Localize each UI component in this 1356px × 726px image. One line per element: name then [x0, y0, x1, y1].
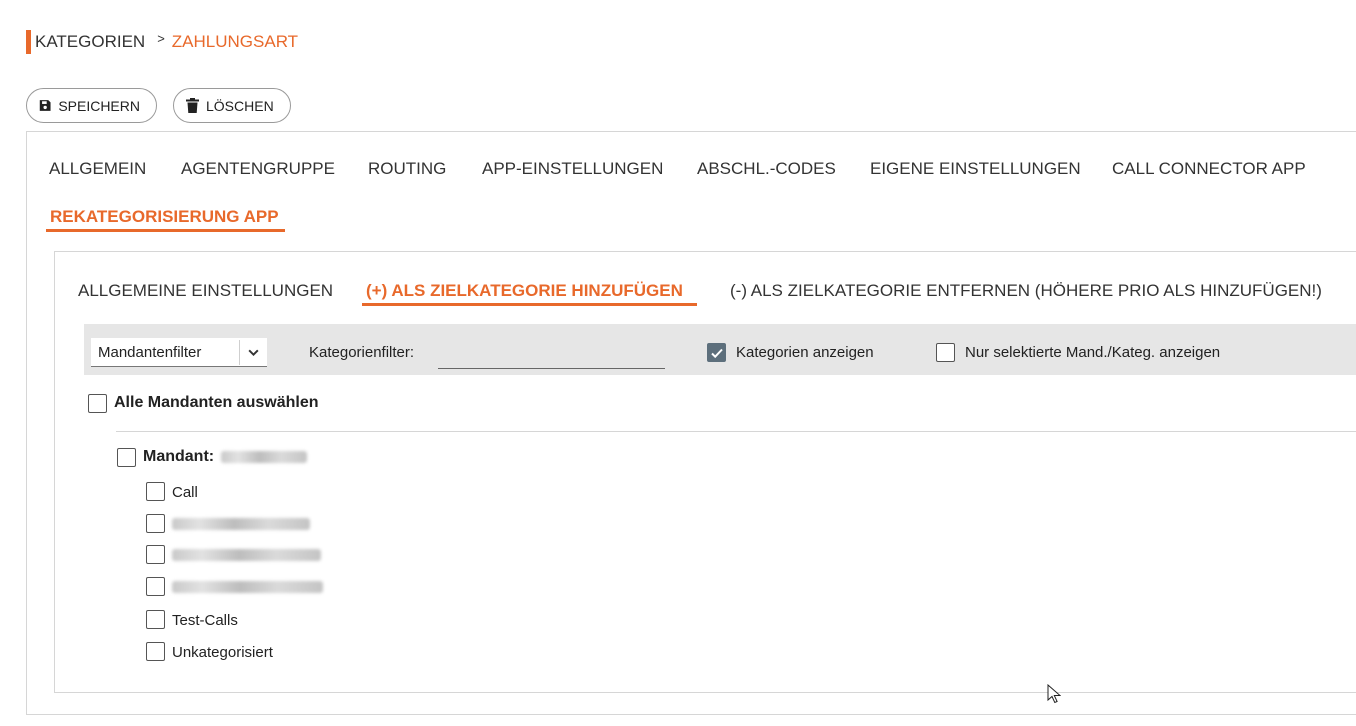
tab-call-connector-app[interactable]: CALL CONNECTOR APP [1112, 159, 1306, 179]
mandant-filter-value: Mandantenfilter [98, 343, 202, 361]
category-label-redacted-1 [172, 518, 310, 530]
delete-button[interactable]: LÖSCHEN [173, 88, 291, 123]
breadcrumb-accent-bar [26, 30, 31, 54]
category-label-test-calls: Test-Calls [172, 612, 238, 629]
floppy-disk-icon [39, 100, 51, 111]
mandant-name-redacted [221, 451, 307, 463]
breadcrumb-separator-icon: > [157, 30, 165, 46]
select-all-mandants-checkbox[interactable] [88, 394, 107, 413]
tab-app-einstellungen[interactable]: APP-EINSTELLUNGEN [482, 159, 663, 179]
active-subtab-indicator [362, 303, 697, 306]
subtab-als-zielkategorie-entfernen[interactable]: (-) ALS ZIELKATEGORIE ENTFERNEN (HÖHERE … [730, 281, 1322, 301]
category-filter-label: Kategorienfilter: [309, 344, 415, 361]
tab-agentengruppe[interactable]: AGENTENGRUPPE [181, 159, 335, 179]
tab-routing[interactable]: ROUTING [368, 159, 446, 179]
tab-rekategorisierung-app[interactable]: REKATEGORISIERUNG APP [50, 207, 279, 227]
mouse-cursor-icon [1047, 684, 1061, 704]
tree-divider [116, 431, 1356, 432]
tab-eigene-einstellungen[interactable]: EIGENE EINSTELLUNGEN [870, 159, 1081, 179]
tab-abschl-codes[interactable]: ABSCHL.-CODES [697, 159, 836, 179]
category-label-unkategorisiert: Unkategorisiert [172, 644, 273, 661]
active-tab-indicator [46, 229, 285, 232]
save-button[interactable]: SPEICHERN [26, 88, 157, 123]
category-label-call: Call [172, 484, 198, 501]
category-checkbox-unkategorisiert[interactable] [146, 642, 165, 661]
rekategorisierung-panel [54, 251, 1356, 693]
breadcrumb-current: ZAHLUNGSART [171, 32, 299, 51]
select-divider [239, 340, 240, 365]
breadcrumb: KATEGORIEN > ZAHLUNGSART [26, 30, 298, 54]
only-selected-label: Nur selektierte Mand./Kateg. anzeigen [965, 344, 1221, 361]
mandant-checkbox[interactable] [117, 448, 136, 467]
category-checkbox-test-calls[interactable] [146, 610, 165, 629]
show-categories-checkbox[interactable] [707, 343, 726, 362]
category-checkbox-call[interactable] [146, 482, 165, 501]
category-checkbox-redacted-3[interactable] [146, 577, 165, 596]
mandant-filter-select[interactable]: Mandantenfilter [91, 338, 267, 367]
toolbar: SPEICHERN LÖSCHEN [26, 88, 291, 123]
save-button-label: SPEICHERN [58, 97, 140, 114]
subtab-allgemeine-einstellungen[interactable]: ALLGEMEINE EINSTELLUNGEN [78, 281, 333, 301]
category-label-redacted-2 [172, 549, 321, 561]
chevron-down-icon [248, 349, 259, 357]
category-label-redacted-3 [172, 581, 323, 593]
tab-allgemein[interactable]: ALLGEMEIN [49, 159, 146, 179]
mandant-label: Mandant: [143, 448, 215, 465]
subtab-als-zielkategorie-hinzufuegen[interactable]: (+) ALS ZIELKATEGORIE HINZUFÜGEN [366, 281, 683, 301]
breadcrumb-parent-link[interactable]: KATEGORIEN [35, 32, 145, 52]
checkmark-icon [710, 348, 723, 358]
category-checkbox-redacted-1[interactable] [146, 514, 165, 533]
delete-button-label: LÖSCHEN [206, 97, 274, 114]
show-categories-label: Kategorien anzeigen [736, 344, 874, 361]
select-all-mandants-label: Alle Mandanten auswählen [114, 394, 319, 411]
only-selected-checkbox[interactable] [936, 343, 955, 362]
category-checkbox-redacted-2[interactable] [146, 545, 165, 564]
category-filter-input[interactable] [438, 339, 665, 369]
trash-icon [186, 98, 199, 113]
